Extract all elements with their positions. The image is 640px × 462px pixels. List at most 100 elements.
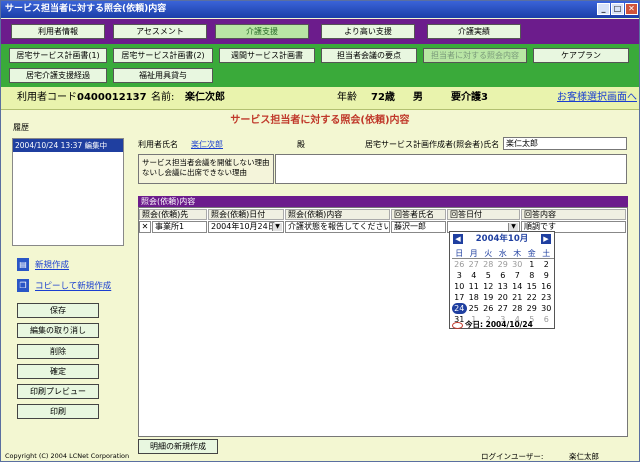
history-item[interactable]: 2004/10/24 13:37 編集中 <box>13 139 123 152</box>
calendar-day[interactable]: 11 <box>467 281 482 292</box>
nav-assessment[interactable]: アセスメント <box>113 24 207 39</box>
care-level: 要介護3 <box>451 92 488 103</box>
calendar-today-link[interactable]: 今日: 2004/10/24 <box>452 319 533 330</box>
user-name-value: 楽仁次郎 <box>191 140 223 149</box>
reason-input[interactable] <box>275 154 627 184</box>
date-select[interactable]: 2004年10月24日 ▼ <box>208 221 284 233</box>
nav-inquiry-content[interactable]: 担当者に対する照会内容 <box>423 48 527 63</box>
calendar-day[interactable]: 4 <box>467 270 482 281</box>
calendar-day[interactable]: 23 <box>539 292 554 303</box>
calendar-day[interactable]: 1 <box>525 259 540 270</box>
close-icon[interactable]: ✕ <box>625 3 638 15</box>
cancel-edit-button[interactable]: 編集の取り消し <box>17 323 99 338</box>
nav-support-progress[interactable]: 居宅介護支援経過 <box>9 68 107 83</box>
calendar-day[interactable]: 17 <box>452 292 467 303</box>
nav-care-plan-1[interactable]: 居宅サービス計画書(1) <box>9 48 107 63</box>
print-preview-button[interactable]: 印刷プレビュー <box>17 384 99 399</box>
calendar-day[interactable]: 29 <box>496 259 511 270</box>
confirm-button[interactable]: 確定 <box>17 364 99 379</box>
calendar-day[interactable]: 10 <box>452 281 467 292</box>
chevron-down-icon[interactable]: ▼ <box>508 223 518 231</box>
calendar-day[interactable]: 27 <box>467 259 482 270</box>
row-delete-button[interactable]: ✕ <box>139 221 151 233</box>
calendar-day[interactable]: 12 <box>481 281 496 292</box>
destination-input[interactable]: 事業所1 <box>152 221 207 233</box>
history-list[interactable]: 2004/10/24 13:37 編集中 <box>12 138 124 246</box>
nav-care-plan-2[interactable]: 居宅サービス計画書(2) <box>113 48 213 63</box>
calendar-day[interactable]: 21 <box>510 292 525 303</box>
calendar-day[interactable]: 8 <box>525 270 540 281</box>
calendar-day[interactable]: 2 <box>539 259 554 270</box>
calendar-day[interactable]: 19 <box>481 292 496 303</box>
nav-higher-support[interactable]: より高い支援 <box>321 24 415 39</box>
copy-new-link[interactable]: ❐ コピーして新規作成 <box>17 279 111 292</box>
nav-meeting-points[interactable]: 担当者会議の要点 <box>321 48 417 63</box>
calendar-day[interactable]: 27 <box>496 303 511 314</box>
calendar-day[interactable]: 18 <box>467 292 482 303</box>
nav-care-record[interactable]: 介護実績 <box>427 24 521 39</box>
next-month-icon[interactable]: ▶ <box>541 234 551 244</box>
login-label: ログインユーザー: <box>481 452 544 461</box>
calendar-day[interactable]: 30 <box>510 259 525 270</box>
col-answer-content: 回答内容 <box>521 209 626 220</box>
new-link[interactable]: ▤ 新規作成 <box>17 258 69 271</box>
calendar-day[interactable]: 6 <box>496 270 511 281</box>
calendar-day[interactable]: 28 <box>481 259 496 270</box>
calendar-day[interactable]: 25 <box>467 303 482 314</box>
col-answer-date: 回答日付 <box>447 209 520 220</box>
prev-month-icon[interactable]: ◀ <box>453 234 463 244</box>
week-row: 24 25 26 27 28 29 30 <box>452 303 554 314</box>
calendar-day[interactable]: 6 <box>539 314 554 325</box>
calendar-title: 2004年10月 <box>475 234 529 244</box>
author-label: 居宅サービス計画作成者(照会者)氏名 <box>365 140 500 149</box>
calendar-day[interactable]: 13 <box>496 281 511 292</box>
user-name: 楽仁次郎 <box>185 92 225 103</box>
nav-care-support[interactable]: 介護支援 <box>215 24 309 39</box>
calendar-day[interactable]: 26 <box>452 259 467 270</box>
calendar-day[interactable]: 20 <box>496 292 511 303</box>
col-content: 照会(依頼)内容 <box>285 209 390 220</box>
nav-care-plan[interactable]: ケアプラン <box>533 48 629 63</box>
calendar-day[interactable]: 9 <box>539 270 554 281</box>
calendar-day[interactable]: 3 <box>452 270 467 281</box>
weekday: 土 <box>539 248 554 259</box>
author-input[interactable]: 楽仁太郎 <box>503 137 627 150</box>
calendar-grid: 日 月 火 水 木 金 土 26 27 28 29 30 1 2 3 4 5 6… <box>452 248 554 325</box>
copy-new-link-label[interactable]: コピーして新規作成 <box>35 282 111 292</box>
save-button[interactable]: 保存 <box>17 303 99 318</box>
back-to-customer-select-link[interactable]: お客様選択画面へ <box>557 87 637 109</box>
calendar-day[interactable]: 29 <box>525 303 540 314</box>
section-title: サービス担当者に対する照会(依頼)内容 <box>230 115 410 126</box>
calendar-day[interactable]: 7 <box>510 270 525 281</box>
nav-bar-primary: 利用者情報 アセスメント 介護支援 より高い支援 介護実績 <box>1 19 639 44</box>
history-label: 履歴 <box>13 123 29 132</box>
maximize-icon[interactable]: □ <box>611 3 624 15</box>
col-destination: 照会(依頼)先 <box>139 209 207 220</box>
nav-welfare-equipment[interactable]: 福祉用具貸与 <box>113 68 213 83</box>
chevron-down-icon[interactable]: ▼ <box>272 223 282 231</box>
calendar-day[interactable]: 5 <box>481 270 496 281</box>
answerer-input[interactable]: 藤沢一郎 <box>391 221 446 233</box>
calendar-day[interactable]: 30 <box>539 303 554 314</box>
calendar-day[interactable]: 16 <box>539 281 554 292</box>
reason-label: サービス担当者会議を開催しない理由ないし会議に出席できない理由 <box>138 154 274 184</box>
print-button[interactable]: 印刷 <box>17 404 99 419</box>
minimize-icon[interactable]: _ <box>597 3 610 15</box>
weekday-row: 日 月 火 水 木 金 土 <box>452 248 554 259</box>
nav-weekly-plan[interactable]: 週間サービス計画書 <box>219 48 315 63</box>
login-user: 楽仁太郎 <box>569 452 599 461</box>
calendar-day[interactable]: 14 <box>510 281 525 292</box>
calendar-day-today[interactable]: 24 <box>452 303 467 314</box>
calendar-day[interactable]: 28 <box>510 303 525 314</box>
calendar-day[interactable]: 22 <box>525 292 540 303</box>
new-link-label[interactable]: 新規作成 <box>35 261 69 271</box>
weekday: 月 <box>466 248 481 259</box>
calendar-day[interactable]: 15 <box>525 281 540 292</box>
age-label: 年齢 <box>337 92 357 103</box>
content-input[interactable]: 介護状態を報告してください <box>285 221 390 233</box>
today-ring-icon <box>452 321 463 329</box>
app-window: サービス担当者に対する照会(依頼)内容 _ □ ✕ 利用者情報 アセスメント 介… <box>0 0 640 462</box>
delete-button[interactable]: 削除 <box>17 344 99 359</box>
nav-user-info[interactable]: 利用者情報 <box>11 24 105 39</box>
calendar-day[interactable]: 26 <box>481 303 496 314</box>
